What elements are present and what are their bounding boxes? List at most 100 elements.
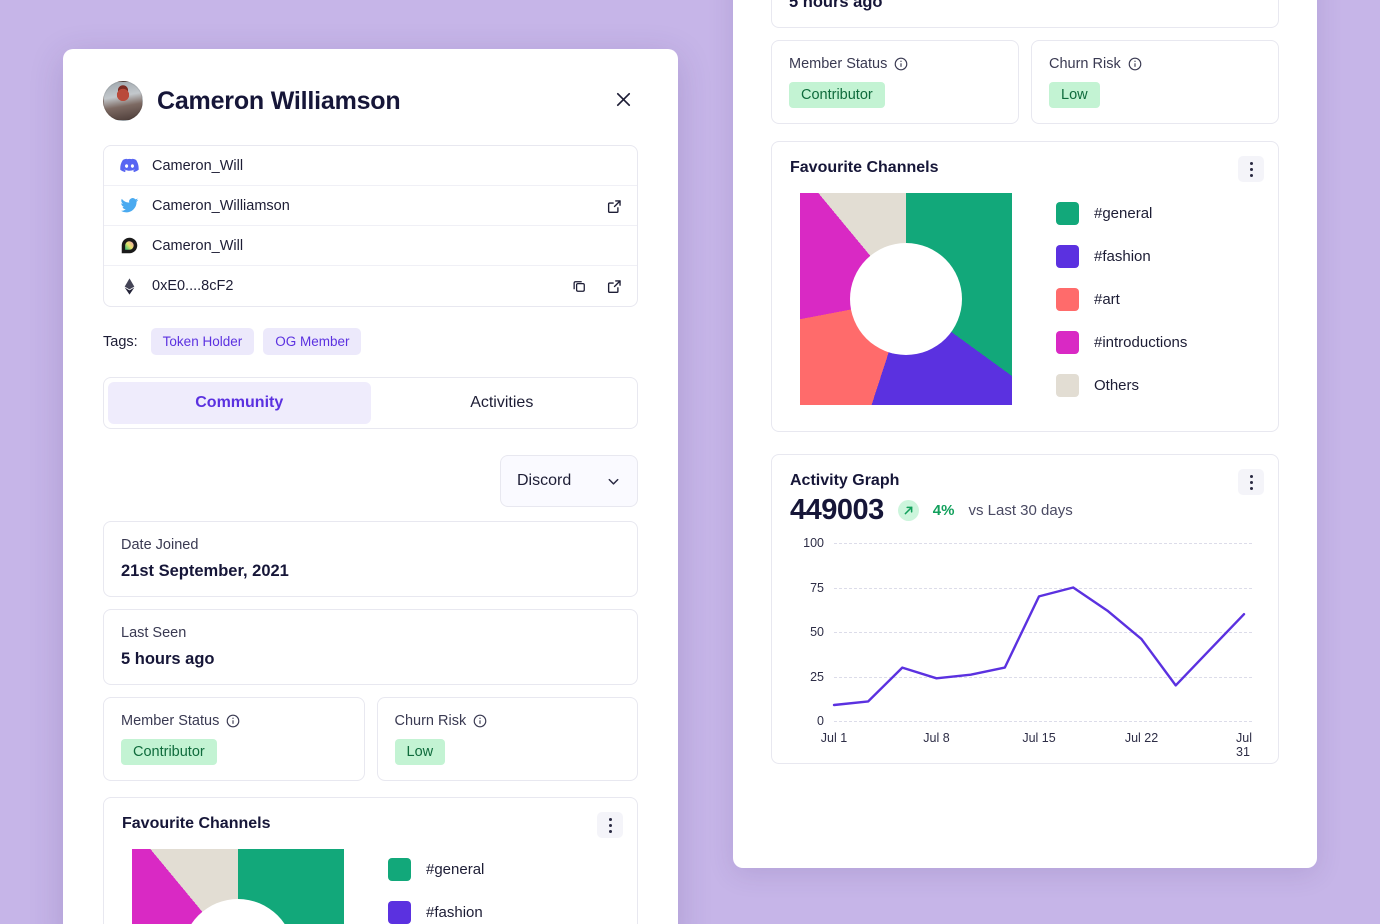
y-axis-tick: 50 — [810, 625, 824, 639]
member-status-badge: Contributor — [789, 82, 885, 108]
account-row-discord[interactable]: Cameron_Will — [104, 146, 637, 186]
last-seen-label: Last Seen — [121, 625, 187, 641]
favourite-channels-donut — [132, 849, 344, 924]
close-icon[interactable] — [608, 84, 638, 114]
tab-community[interactable]: Community — [108, 382, 371, 424]
account-row-ethereum[interactable]: 0xE0....8cF2 — [104, 266, 637, 306]
churn-risk-label: Churn Risk — [1049, 56, 1121, 72]
chevron-down-icon — [608, 478, 619, 485]
favourite-channels-card-right: Favourite Channels #general #fashion #art #… — [771, 141, 1279, 432]
legend-swatch — [1056, 244, 1079, 268]
account-handle: 0xE0....8cF2 — [152, 278, 234, 294]
x-axis-tick: Jul 8 — [923, 731, 950, 745]
y-axis-tick: 0 — [817, 714, 824, 728]
info-icon[interactable] — [1128, 57, 1142, 71]
x-axis-tick: Jul 1 — [820, 731, 848, 745]
last-seen-value: 5 hours ago — [789, 0, 883, 11]
churn-risk-badge: Low — [394, 739, 446, 765]
account-handle: Cameron_Will — [152, 157, 244, 174]
external-link-icon[interactable] — [606, 198, 623, 215]
legend-label: #art — [1094, 290, 1120, 308]
legend-label: #general — [426, 860, 485, 878]
info-icon[interactable] — [226, 714, 240, 728]
member-status-card-right: Member Status Contributor — [771, 40, 1019, 124]
kebab-menu-icon[interactable] — [1238, 469, 1264, 495]
donut-legend-left: #general#fashion#art#introductionsOthers — [388, 857, 519, 924]
tag-og-member[interactable]: OG Member — [263, 328, 362, 355]
tab-activities[interactable]: Activities — [371, 382, 634, 424]
kebab-menu-icon[interactable] — [597, 812, 623, 838]
favourite-channels-title: Favourite Channels — [790, 159, 939, 176]
detail-panel-secondary: Last Seen 5 hours ago Member Status Cont… — [733, 0, 1317, 868]
legend-swatch — [388, 857, 411, 881]
tag-token-holder[interactable]: Token Holder — [150, 328, 255, 355]
activity-total: 449003 — [790, 494, 884, 526]
legend-item[interactable]: #introductions — [1056, 330, 1188, 354]
account-handle: Cameron_Williamson — [152, 197, 290, 214]
tags-label: Tags: — [103, 333, 138, 350]
churn-risk-card: Churn Risk Low — [376, 697, 638, 781]
last-seen-card-right: Last Seen 5 hours ago — [771, 0, 1279, 28]
member-status-label: Member Status — [789, 56, 888, 72]
account-row-lens[interactable]: Cameron_Will — [104, 226, 637, 266]
legend-item[interactable]: Others — [1056, 373, 1187, 397]
activity-graph-card-right: Activity Graph 449003 4% vs Last 30 days… — [771, 454, 1279, 764]
account-actions — [606, 186, 623, 226]
activity-line-series — [832, 586, 1246, 707]
info-icon[interactable] — [894, 57, 908, 71]
legend-item[interactable]: #fashion — [388, 900, 519, 924]
ethereum-icon — [120, 277, 139, 296]
activity-graph-title: Activity Graph — [790, 472, 900, 489]
last-seen-value: 5 hours ago — [121, 650, 215, 668]
legend-label: #general — [1094, 204, 1153, 222]
account-row-twitter[interactable]: Cameron_Williamson — [104, 186, 637, 226]
churn-risk-card-right: Churn Risk Low — [1031, 40, 1279, 124]
legend-label: #fashion — [1094, 247, 1151, 265]
activity-delta-text: vs Last 30 days — [968, 502, 1073, 519]
legend-item[interactable]: #general — [388, 857, 519, 881]
gridline — [834, 721, 1252, 722]
source-select-wrap: Discord — [103, 455, 638, 507]
kebab-menu-icon[interactable] — [1238, 156, 1264, 182]
y-axis-tick: 25 — [810, 669, 824, 684]
legend-swatch — [1056, 287, 1079, 311]
member-status-card: Member Status Contributor — [103, 697, 365, 781]
copy-icon[interactable] — [571, 278, 588, 295]
legend-swatch — [388, 900, 411, 924]
source-select[interactable]: Discord — [500, 455, 638, 507]
profile-panel-primary: Cameron Williamson Cameron_Will Cameron_W… — [63, 49, 678, 924]
status-cards-row: Member Status Contributor Churn Risk Low — [103, 685, 638, 781]
legend-label: #introductions — [1094, 333, 1188, 351]
member-status-badge: Contributor — [121, 739, 217, 765]
date-joined-value: 21st September, 2021 — [121, 562, 289, 580]
discord-icon — [120, 156, 139, 175]
legend-label: #fashion — [426, 903, 483, 921]
legend-swatch — [1056, 330, 1079, 354]
churn-risk-label: Churn Risk — [394, 713, 467, 729]
source-select-value: Discord — [517, 472, 572, 489]
linked-accounts-list: Cameron_Will Cameron_Williamson Cameron_Wi… — [103, 145, 638, 307]
y-axis-tick: 100 — [803, 536, 824, 550]
legend-swatch — [1056, 373, 1079, 397]
x-axis-tick: Jul 31 — [1236, 731, 1252, 759]
x-axis-tick: Jul 22 — [1124, 731, 1159, 745]
external-link-icon[interactable] — [606, 278, 623, 295]
churn-risk-badge: Low — [1049, 82, 1100, 108]
legend-label: Others — [1094, 376, 1140, 394]
x-axis-tick: Jul 15 — [1022, 731, 1056, 745]
legend-item[interactable]: #art — [1056, 287, 1187, 311]
favourite-channels-title: Favourite Channels — [122, 815, 271, 832]
member-status-label: Member Status — [121, 713, 220, 729]
info-icon[interactable] — [473, 714, 487, 728]
legend-item[interactable]: #general — [1056, 201, 1187, 225]
account-actions — [571, 266, 623, 306]
profile-tabs: Community Activities — [103, 377, 638, 429]
lens-icon — [120, 236, 139, 255]
donut-legend-right: #general #fashion #art #introductions Others — [1056, 201, 1188, 397]
legend-swatch — [1056, 201, 1079, 225]
page-title: Cameron Williamson — [157, 86, 401, 115]
y-axis-tick: 75 — [810, 580, 824, 595]
legend-item[interactable]: #fashion — [1056, 244, 1187, 268]
tags-row: Tags: Token Holder OG Member — [103, 328, 638, 355]
last-seen-card: Last Seen 5 hours ago — [103, 609, 638, 685]
